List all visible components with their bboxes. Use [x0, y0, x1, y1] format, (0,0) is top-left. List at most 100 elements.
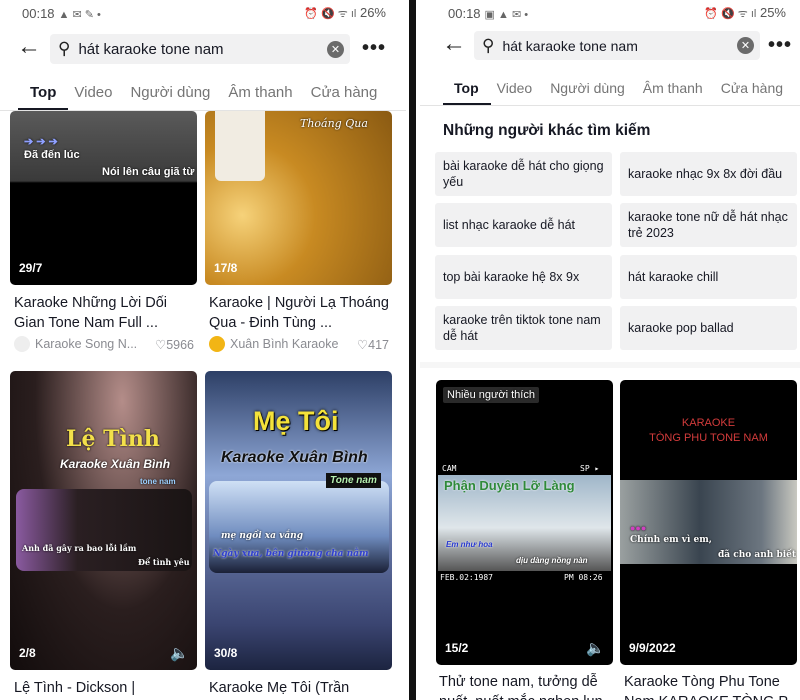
lyric-text: Anh đã gây ra bao lỗi lầm — [22, 543, 137, 553]
thumbnail-title: Mẹ Tôi — [253, 406, 339, 436]
more-options-icon[interactable]: ••• — [768, 34, 792, 57]
thumbnail-title: KARAOKE — [681, 417, 736, 429]
thumbnail-tag: tone nam — [140, 477, 176, 486]
suggestion-chip[interactable]: karaoke nhạc 9x 8x đời đầu — [620, 152, 797, 196]
search-icon: ⚲ — [58, 39, 71, 58]
section-divider — [420, 362, 800, 368]
video-title[interactable]: Thử tone nam, tưởng dễ nuốt, nuốt mắc ng… — [439, 672, 615, 700]
lyric-text: mẹ ngồi xa vắng — [221, 531, 304, 541]
divider — [420, 105, 800, 106]
tab-sounds[interactable]: Âm thanh — [228, 84, 292, 101]
author-avatar[interactable] — [209, 336, 225, 352]
thumbnail-subtitle: TÒNG PHU TONE NAM — [649, 432, 768, 444]
video-date: 29/7 — [19, 261, 43, 275]
search-icon: ⚲ — [482, 35, 495, 55]
thumbnail-title: Thoáng Qua — [300, 117, 368, 130]
lyric-text: dịu dàng nồng nàn — [516, 556, 588, 565]
left-phone-screen: 00:18 ▲ ✉ ✎ • ⏰ 🔇 ᯤ ıl 26% ← ⚲ hát karaok… — [0, 0, 406, 700]
search-input[interactable]: ⚲ hát karaoke tone nam ✕ — [50, 34, 350, 64]
thumbnail-frame — [209, 481, 389, 573]
sound-icon[interactable]: 🔈 — [586, 639, 605, 657]
tab-sounds[interactable]: Âm thanh — [643, 80, 703, 96]
more-options-icon[interactable]: ••• — [362, 37, 386, 60]
video-title[interactable]: Karaoke Những Lời Dối Gian Tone Nam Full… — [14, 293, 196, 333]
vhs-label: CAM — [442, 464, 457, 473]
search-query: hát karaoke tone nam — [502, 37, 638, 54]
lyric-text: Ngày xưa, bên giường cha nằm — [213, 549, 369, 559]
lyric-text: Để tình yêu — [138, 557, 190, 567]
system-icons: ⏰ 🔇 ᯤ ıl — [704, 8, 757, 20]
vhs-time: PM 08:26 — [564, 573, 603, 582]
video-card[interactable]: KARAOKE TÒNG PHU TONE NAM ●●● Chính em v… — [620, 380, 797, 665]
tab-shop[interactable]: Cửa hàng — [721, 80, 783, 96]
video-card[interactable]: Mẹ Tôi Karaoke Xuân Bình Tone nam mẹ ngồ… — [205, 371, 392, 670]
video-title[interactable]: Karaoke | Người Lạ Thoáng Qua - Đinh Tùn… — [209, 293, 391, 333]
suggestion-chip[interactable]: hát karaoke chill — [620, 255, 797, 299]
clear-icon[interactable]: ✕ — [737, 37, 754, 54]
lyric-text: Em như hoa — [446, 540, 493, 549]
video-date: 2/8 — [19, 646, 36, 660]
video-date: 17/8 — [214, 261, 238, 275]
lyric-text: đã cho anh biết — [718, 550, 797, 560]
author-avatar[interactable] — [14, 336, 30, 352]
video-card[interactable]: Lệ Tình Karaoke Xuân Bình tone nam Anh đ… — [10, 371, 197, 670]
status-bar: 00:18 ▲ ✉ ✎ • ⏰ 🔇 ᯤ ıl 26% — [22, 4, 386, 22]
sound-icon[interactable]: 🔈 — [170, 644, 189, 662]
suggestion-chip[interactable]: karaoke pop ballad — [620, 306, 797, 350]
tab-top[interactable]: Top — [454, 80, 479, 96]
video-card[interactable]: Nhiều người thích CAM SP ▸ Phận Duyên Lỡ… — [436, 380, 613, 665]
suggestion-chip[interactable]: karaoke tone nữ dễ hát nhạc trẻ 2023 — [620, 203, 797, 247]
thumbnail-subtitle: Karaoke Xuân Bình — [221, 449, 368, 466]
tab-video[interactable]: Video — [74, 84, 112, 101]
search-input[interactable]: ⚲ hát karaoke tone nam ✕ — [474, 31, 760, 60]
video-card[interactable]: Thoáng Qua 17/8 — [205, 111, 392, 285]
status-time: 00:18 — [22, 5, 55, 21]
thumbnail-title: Lệ Tình — [66, 426, 160, 452]
video-meta: Xuân Bình Karaoke ♡417 — [209, 336, 389, 352]
back-arrow-icon[interactable]: ← — [17, 33, 41, 61]
video-date: 15/2 — [445, 641, 469, 655]
status-bar: 00:18 ▣ ▲ ✉ • ⏰ 🔇 ᯤ ıl 25% — [448, 4, 786, 22]
heart-icon: ♡ — [356, 337, 369, 352]
like-count: 417 — [368, 337, 389, 352]
suggestion-chip[interactable]: top bài karaoke hệ 8x 9x — [435, 255, 612, 299]
notification-icons: ▲ ✉ ✎ • — [58, 8, 101, 21]
lyric-text: Nói lên câu giã từ — [102, 166, 195, 178]
lyric-text: Chính em vì em, — [630, 535, 712, 545]
video-title[interactable]: Karaoke Tòng Phu Tone Nam KARAOKE TÒNG P… — [624, 672, 800, 700]
tab-video[interactable]: Video — [497, 80, 533, 96]
author-name[interactable]: Karaoke Song N... — [35, 337, 137, 351]
video-title[interactable]: Lệ Tình - Dickson | — [14, 678, 196, 700]
author-name[interactable]: Xuân Bình Karaoke — [230, 337, 338, 351]
like-count: 5966 — [166, 337, 194, 352]
status-time: 00:18 — [448, 5, 481, 21]
video-title[interactable]: Karaoke Mẹ Tôi (Trần — [209, 678, 391, 700]
vhs-date: FEB.02:1987 — [440, 573, 493, 582]
popular-badge: Nhiều người thích — [443, 387, 539, 403]
tab-users[interactable]: Người dùng — [550, 80, 625, 96]
karaoke-dots-icon: ●●● — [630, 523, 647, 533]
suggestion-chip[interactable]: bài karaoke dễ hát cho giọng yếu — [435, 152, 612, 196]
vhs-label: SP ▸ — [580, 464, 600, 473]
thumbnail-title: Phận Duyên Lỡ Làng — [444, 478, 575, 493]
video-date: 9/9/2022 — [629, 641, 676, 655]
thumbnail-subtitle: Karaoke Xuân Bình — [60, 457, 171, 471]
back-arrow-icon[interactable]: ← — [442, 30, 466, 58]
others-searched-heading: Những người khác tìm kiếm — [443, 122, 651, 139]
heart-icon: ♡ — [154, 337, 167, 352]
battery-level: 25% — [759, 5, 786, 20]
karaoke-dots-icon: ➔ ➔ ➔ — [24, 136, 58, 148]
tab-top[interactable]: Top — [30, 84, 56, 101]
tab-shop[interactable]: Cửa hàng — [311, 84, 378, 101]
video-card[interactable]: ➔ ➔ ➔ Đã đến lúc Nói lên câu giã từ 29/7 — [10, 111, 197, 285]
notification-icons: ▣ ▲ ✉ • — [484, 8, 529, 21]
search-query: hát karaoke tone nam — [78, 40, 224, 58]
search-tabs: Top Video Người dùng Âm thanh Cửa hàng — [454, 80, 783, 96]
suggestion-chip[interactable]: list nhạc karaoke dễ hát — [435, 203, 612, 247]
video-date: 30/8 — [214, 646, 238, 660]
screenshot-divider — [406, 0, 420, 700]
clear-icon[interactable]: ✕ — [327, 40, 344, 58]
lyric-text: Đã đến lúc — [24, 149, 80, 161]
tab-users[interactable]: Người dùng — [130, 84, 210, 101]
suggestion-chip[interactable]: karaoke trên tiktok tone nam dễ hát — [435, 306, 612, 350]
